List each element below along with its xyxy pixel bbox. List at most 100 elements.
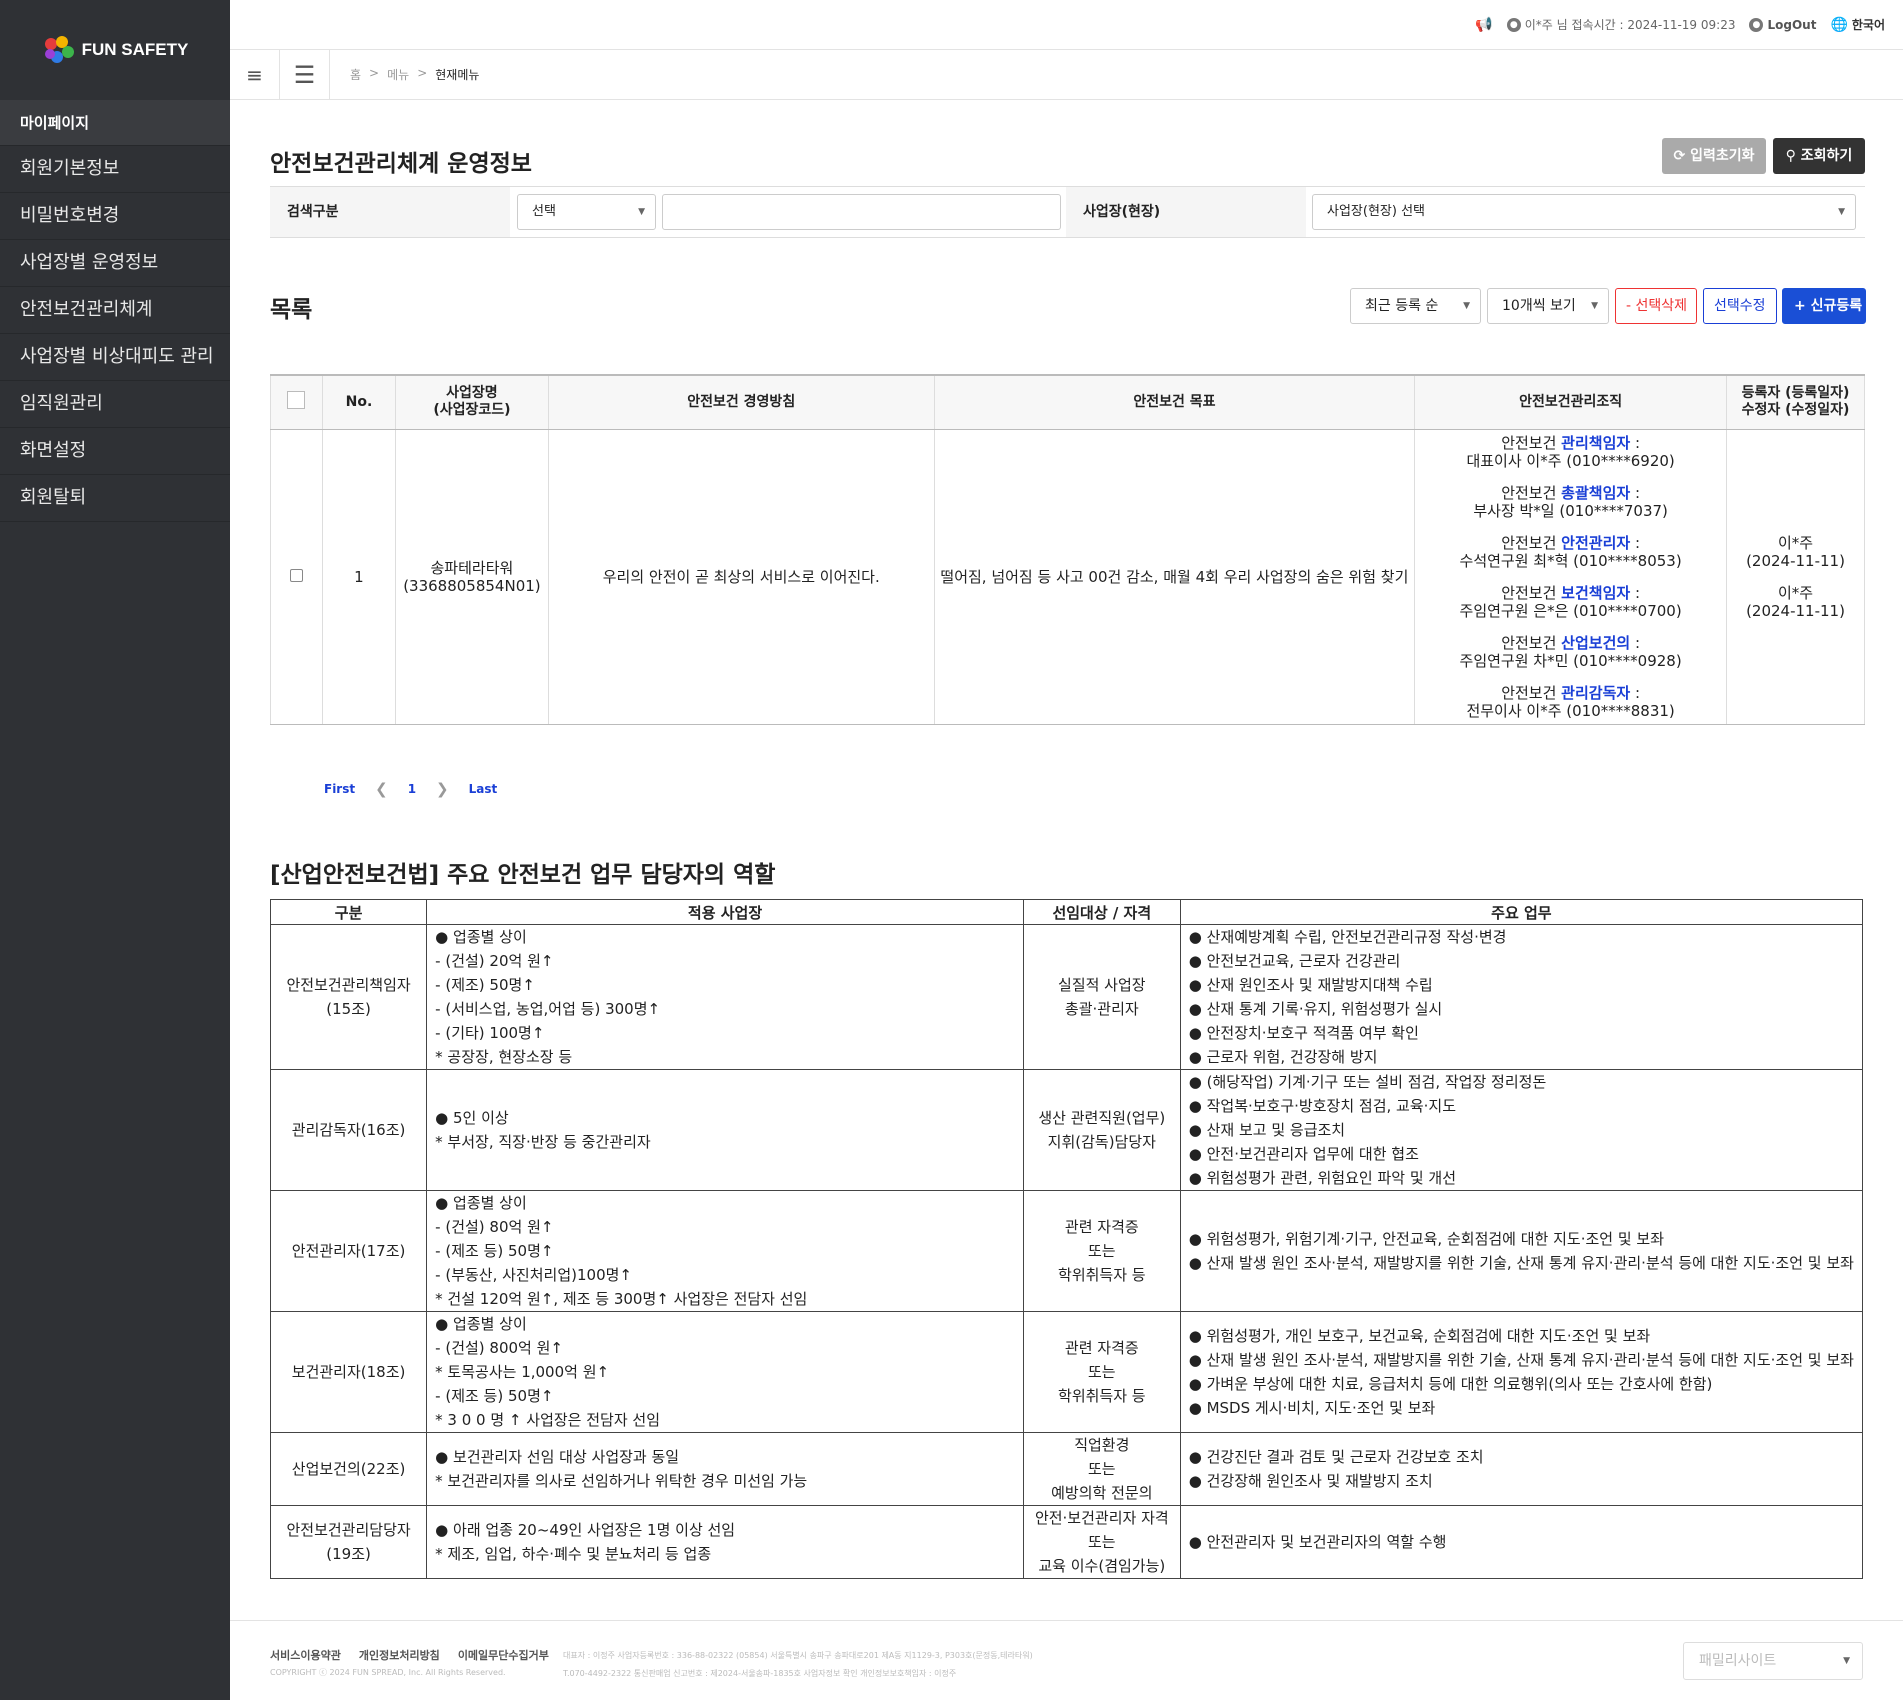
law-line: ● 건강진단 결과 검토 및 근로자 건강보호 조치 [1188, 1448, 1484, 1466]
law-cell-role: 보건관리자(18조) [269, 1311, 428, 1433]
search-type-select[interactable]: 선택 ▼ [517, 194, 656, 230]
law-line: ● 산재 발생 원인 조사·분석, 재발방지를 위한 기술, 산재 통계 유지·… [1188, 1254, 1854, 1272]
search-input[interactable] [662, 194, 1061, 230]
page-number[interactable]: 1 [408, 782, 416, 796]
row-checkbox[interactable] [289, 568, 303, 582]
law-line: ● (해당작업) 기계·기구 또는 설비 점검, 작업장 정리정돈 [1188, 1073, 1547, 1091]
sidebar-item-employees[interactable]: 임직원관리 [0, 381, 230, 428]
search-type-value: 선택 [532, 204, 556, 219]
law-line: ● 건강장해 원인조사 및 재발방지 조치 [1188, 1472, 1433, 1490]
law-line: ● 산재 원인조사 및 재발방지대책 수립 [1188, 976, 1433, 994]
chevron-right-icon[interactable]: ❯ [436, 780, 449, 798]
chevron-left-icon[interactable]: ❮ [375, 780, 388, 798]
sidebar-item-member-info[interactable]: 회원기본정보 [0, 146, 230, 193]
law-line: ● 업종별 상이 [435, 928, 527, 946]
select-all-checkbox[interactable] [287, 390, 306, 409]
company-info-line2: T.070-4492-2322 통신판매업 신고번호 : 제2024-서울송파-… [563, 1669, 957, 1678]
table-header-row: No. 사업장명 (사업장코드) 안전보건 경영방침 안전보건 목표 안전보건관리… [270, 374, 1865, 430]
col-registrant: 등록자 (등록일자) 수정자 (수정일자) [1726, 374, 1865, 430]
company-info: 대표자 : 이정주 사업자등록번호 : 336-88-02322 (05854)… [563, 1647, 1033, 1683]
law-line: 직업환경 [1074, 1436, 1130, 1454]
org-person: 주임연구원 은*은 (010****0700) [1459, 601, 1682, 620]
site-select[interactable]: 사업장(현장) 선택 ▼ [1312, 194, 1856, 230]
law-cell-duties: ● 건강진단 결과 검토 및 근로자 건강보호 조치 ● 건강장해 원인조사 및 … [1179, 1432, 1864, 1506]
sidebar-item-safety-system[interactable]: 안전보건관리체계 [0, 287, 230, 334]
org-suffix: : [1630, 633, 1641, 652]
law-cell-scope: ● 아래 업종 20~49인 사업장은 1명 이상 선임 * 제조, 임업, 하수… [426, 1505, 1024, 1579]
breadcrumb-home[interactable]: 홈 [350, 66, 361, 83]
law-line: ● 산재예방계획 수립, 안전보건관리규정 작성·변경 [1188, 928, 1507, 946]
law-row: 안전보건관리책임자 (15조) ● 업종별 상이 - (건설) 20억 원↑ - (제조… [269, 924, 1864, 1070]
delete-selected-button[interactable]: - 선택삭제 [1615, 288, 1697, 324]
org-suffix: : [1630, 533, 1641, 552]
law-line: 총괄·관리자 [1064, 1000, 1139, 1018]
law-line: - (제조 등) 50명↑ [435, 1242, 554, 1260]
logout-link[interactable]: ● LogOut [1749, 17, 1816, 32]
search-button[interactable]: ⚲ 조회하기 [1773, 138, 1865, 174]
law-cell-role: 안전관리자(17조) [269, 1190, 428, 1312]
modifier-date: (2024-11-11) [1746, 601, 1845, 620]
edit-selected-button[interactable]: 선택수정 [1703, 288, 1777, 324]
law-line: 예방의학 전문의 [1051, 1484, 1153, 1502]
org-prefix: 안전보건 [1501, 433, 1562, 452]
sidebar-item-withdraw[interactable]: 회원탈퇴 [0, 475, 230, 522]
org-role: 총괄책임자 [1561, 483, 1631, 502]
language-select[interactable]: 🌐 한국어 [1830, 16, 1885, 33]
language-label: 한국어 [1851, 18, 1885, 32]
breadcrumb-menu[interactable]: 메뉴 [387, 66, 409, 83]
sidebar-item-display[interactable]: 화면설정 [0, 428, 230, 475]
law-row: 산업보건의(22조) ● 보건관리자 선임 대상 사업장과 동일 * 보건관리자를 … [269, 1432, 1864, 1506]
terms-link[interactable]: 서비스이용약관 [270, 1647, 341, 1663]
reset-button[interactable]: ⟳ 입력초기화 [1662, 138, 1766, 174]
table-row[interactable]: 1 송파테라타워 (3368805854N01) 우리의 안전이 곧 최상의 서비… [270, 429, 1865, 725]
page-first[interactable]: First [324, 782, 355, 796]
megaphone-icon[interactable]: 📢 [1475, 17, 1492, 33]
sidebar-item-password[interactable]: 비밀번호변경 [0, 193, 230, 240]
registrant-name: 이*주 [1777, 533, 1814, 552]
breadcrumb-sep: > [369, 66, 380, 80]
col-org: 안전보건관리조직 [1414, 374, 1728, 430]
privacy-link[interactable]: 개인정보처리방침 [359, 1647, 440, 1663]
hamburger-icon[interactable]: ☰ [280, 49, 330, 100]
law-line: 생산 관련직원(업무) [1038, 1109, 1166, 1127]
copyright: COPYRIGHT ⓒ 2024 FUN SPREAD, Inc. All Ri… [270, 1668, 506, 1677]
law-line: - (서비스업, 농업,어업 등) 300명↑ [435, 1000, 661, 1018]
law-line: 교육 이수(겸임가능) [1038, 1557, 1166, 1575]
page-title: 안전보건관리체계 운영정보 [270, 151, 532, 177]
registrant-date: (2024-11-11) [1746, 551, 1845, 570]
law-cell-role: 산업보건의(22조) [269, 1432, 428, 1506]
breadcrumb: 홈 > 메뉴 > 현재메뉴 [330, 66, 479, 83]
law-line: ● 위험성평가, 개인 보호구, 보건교육, 순회점검에 대한 지도·조언 및 … [1188, 1327, 1651, 1345]
row-org: 안전보건 관리책임자 : 대표이사 이*주 (010****6920) 안전보건 … [1414, 429, 1728, 725]
breadcrumb-sep: > [417, 66, 428, 80]
row-registrant: 이*주 (2024-11-11) 이*주 (2024-11-11) [1726, 429, 1865, 725]
sidebar: FUN SAFETY 마이페이지 회원기본정보 비밀번호변경 사업장별 운영정보… [0, 0, 230, 1700]
new-register-button[interactable]: + 신규등록 [1782, 288, 1866, 324]
col-no: No. [321, 374, 396, 430]
family-site-select[interactable]: 패밀리사이트 ▼ [1683, 1642, 1863, 1680]
law-line: * 제조, 임업, 하수·폐수 및 분뇨처리 등 업종 [435, 1545, 712, 1563]
sidebar-item-evacuation[interactable]: 사업장별 비상대피도 관리 [0, 334, 230, 381]
sidebar-item-site-info[interactable]: 사업장별 운영정보 [0, 240, 230, 287]
page-last[interactable]: Last [469, 782, 498, 796]
email-policy-link[interactable]: 이메일무단수집거부 [458, 1647, 549, 1663]
user-icon: ● [1506, 17, 1521, 32]
sidebar-header-mypage[interactable]: 마이페이지 [0, 100, 230, 146]
law-cell-target: 안전·보건관리자 자격 또는 교육 이수(겸임가능) [1022, 1505, 1181, 1579]
site-select-value: 사업장(현장) 선택 [1327, 204, 1425, 219]
law-line: ● 업종별 상이 [435, 1315, 527, 1333]
per-page-select[interactable]: 10개씩 보기 ▼ [1487, 288, 1609, 324]
sort-select[interactable]: 최근 등록 순 ▼ [1350, 288, 1481, 324]
org-suffix: : [1630, 433, 1641, 452]
law-cell-duties: ● 위험성평가, 위험기계·기구, 안전교육, 순회점검에 대한 지도·조언 및… [1179, 1190, 1864, 1312]
col-site-line1: 사업장명 [446, 385, 498, 402]
law-line: 안전관리자(17조) [291, 1242, 406, 1260]
logo-text: FUN SAFETY [81, 40, 189, 59]
law-cell-scope: ● 5인 이상 * 부서장, 직장·반장 등 중간관리자 [426, 1069, 1024, 1191]
law-line: * 건설 120억 원↑, 제조 등 300명↑ 사업장은 전담자 선임 [435, 1290, 808, 1308]
law-line: ● 5인 이상 [435, 1109, 509, 1127]
breadcrumb-bar: ≡ ☰ 홈 > 메뉴 > 현재메뉴 [230, 49, 1903, 100]
logo[interactable]: FUN SAFETY [0, 0, 230, 100]
list-menu-icon[interactable]: ≡ [230, 49, 280, 100]
law-col-scope: 적용 사업장 [426, 899, 1024, 925]
